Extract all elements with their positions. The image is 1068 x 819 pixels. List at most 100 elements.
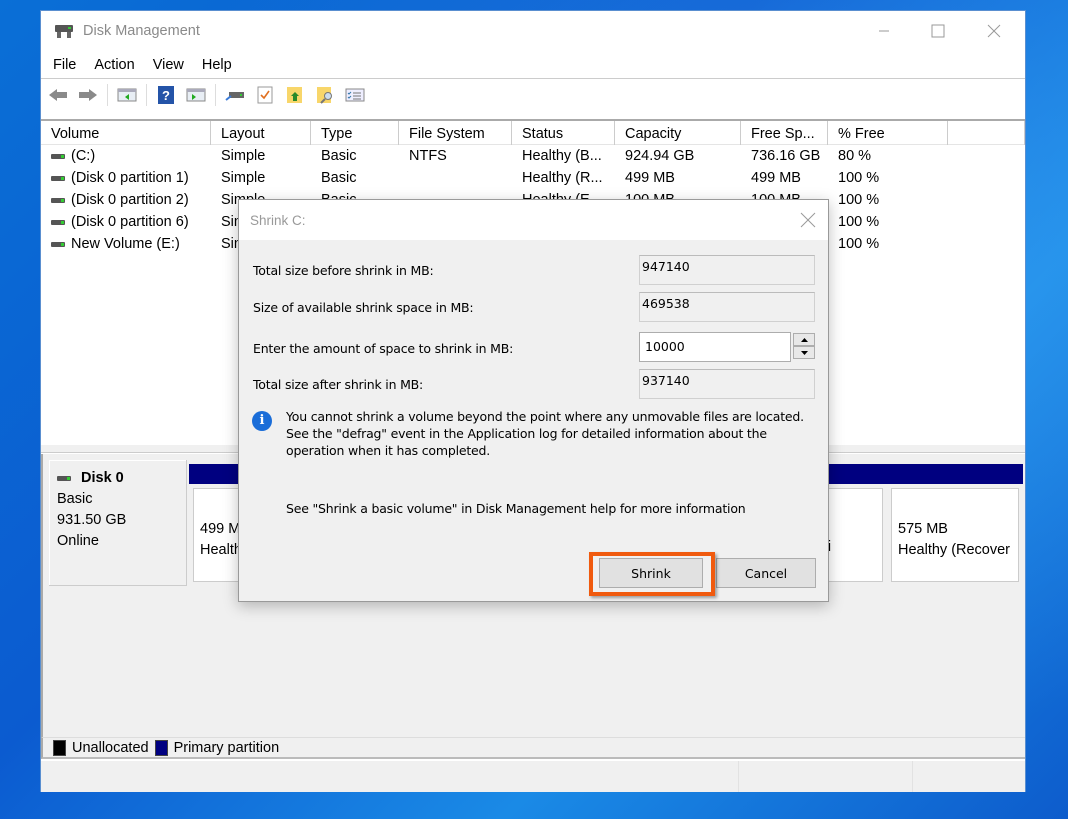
connect-disk-button[interactable] xyxy=(224,84,246,106)
check-document-icon xyxy=(257,86,273,104)
forward-button[interactable] xyxy=(77,84,99,106)
column-header-percent-free[interactable]: % Free xyxy=(828,121,948,145)
help-message: See "Shrink a basic volume" in Disk Mana… xyxy=(286,501,746,516)
dialog-close-button[interactable] xyxy=(798,210,818,230)
help-icon: ? xyxy=(158,86,174,104)
cell-status: Healthy (B... xyxy=(522,148,602,164)
cell-volume: (Disk 0 partition 2) xyxy=(41,192,211,208)
available-shrink-space-value: 469538 xyxy=(639,292,815,322)
column-header-status[interactable]: Status xyxy=(512,121,615,145)
volume-icon xyxy=(51,197,65,203)
disk-management-app-icon xyxy=(55,25,73,38)
minimize-button[interactable] xyxy=(861,15,907,47)
shrink-amount-input[interactable]: 10000 xyxy=(639,332,791,362)
total-size-before-value: 947140 xyxy=(639,255,815,285)
cell-percent-free: 80 % xyxy=(838,148,872,164)
column-header-type[interactable]: Type xyxy=(311,121,399,145)
menu-file[interactable]: File xyxy=(53,57,76,73)
toolbar-separator xyxy=(146,84,147,106)
column-header-capacity[interactable]: Capacity xyxy=(615,121,741,145)
status-bar xyxy=(41,761,1025,792)
search-button[interactable] xyxy=(314,84,336,106)
cell-volume: (Disk 0 partition 6) xyxy=(41,214,211,230)
properties-button[interactable] xyxy=(254,84,276,106)
total-size-before-label: Total size before shrink in MB: xyxy=(253,263,434,278)
info-message: You cannot shrink a volume beyond the po… xyxy=(286,409,804,458)
dialog-title-bar: Shrink C: xyxy=(239,200,828,240)
volume-icon xyxy=(51,219,65,225)
cell-type: Basic xyxy=(321,148,357,164)
legend-primary-partition: Primary partition xyxy=(173,739,280,756)
volume-icon xyxy=(51,241,65,247)
disk-state: Online xyxy=(57,533,99,549)
volume-name: New Volume (E:) xyxy=(71,236,180,252)
connect-disk-icon xyxy=(225,92,244,101)
cell-percent-free: 100 % xyxy=(838,236,880,252)
disk-0-info[interactable]: Disk 0 Basic 931.50 GB Online xyxy=(49,460,187,586)
volume-icon xyxy=(51,175,65,181)
toolbar-separator xyxy=(107,84,108,106)
total-size-after-value: 937140 xyxy=(639,369,815,399)
close-icon xyxy=(800,212,816,228)
cell-percent-free: 100 % xyxy=(838,214,880,230)
show-hide-action-pane-button[interactable] xyxy=(185,84,207,106)
shrink-dialog: Shrink C: Total size before shrink in MB… xyxy=(238,199,829,602)
disk-icon xyxy=(57,475,71,481)
column-header-file-system[interactable]: File System xyxy=(399,121,512,145)
console-tree-icon xyxy=(117,88,137,102)
list-view-icon xyxy=(345,88,365,102)
arrow-up-icon xyxy=(800,337,808,342)
partition-block-recovery[interactable]: 575 MB Healthy (Recover xyxy=(887,464,1023,582)
cell-free-space: 736.16 GB xyxy=(751,148,821,164)
action-pane-icon xyxy=(186,88,206,102)
import-button[interactable] xyxy=(284,84,306,106)
menu-help[interactable]: Help xyxy=(202,57,232,73)
column-header-empty xyxy=(948,121,1025,145)
cancel-button[interactable]: Cancel xyxy=(716,558,816,588)
cell-file-system: NTFS xyxy=(409,148,447,164)
menu-action[interactable]: Action xyxy=(94,57,134,73)
menu-bar: File Action View Help xyxy=(41,51,1025,79)
maximize-button[interactable] xyxy=(915,15,961,47)
spin-down-button[interactable] xyxy=(793,346,815,359)
folder-search-icon xyxy=(317,87,332,104)
disk-size: 931.50 GB xyxy=(57,512,127,528)
dialog-title: Shrink C: xyxy=(250,213,306,228)
volume-name: (Disk 0 partition 1) xyxy=(71,170,189,186)
toolbar-separator xyxy=(215,84,216,106)
total-size-after-label: Total size after shrink in MB: xyxy=(253,377,424,392)
legend: Unallocated Primary partition xyxy=(41,737,1025,759)
status-pane xyxy=(739,761,913,792)
cell-layout: Simple xyxy=(221,148,266,164)
volume-name: (Disk 0 partition 2) xyxy=(71,192,189,208)
column-header-free-space[interactable]: Free Sp... xyxy=(741,121,828,145)
list-view-button[interactable] xyxy=(344,84,366,106)
legend-unallocated: Unallocated xyxy=(72,739,149,756)
cell-volume: (Disk 0 partition 1) xyxy=(41,170,211,186)
window-title: Disk Management xyxy=(83,23,200,39)
back-button[interactable] xyxy=(47,84,69,106)
toolbar: ? xyxy=(41,80,1025,110)
volume-list-header: Volume Layout Type File System Status Ca… xyxy=(41,121,1025,145)
available-shrink-space-label: Size of available shrink space in MB: xyxy=(253,300,474,315)
close-button[interactable] xyxy=(971,15,1017,47)
column-header-layout[interactable]: Layout xyxy=(211,121,311,145)
partition-type-bar xyxy=(887,464,1023,484)
partition-status: Healthy (Recover xyxy=(898,542,1011,558)
column-header-volume[interactable]: Volume xyxy=(41,121,211,145)
cell-capacity: 499 MB xyxy=(625,170,675,186)
back-arrow-icon xyxy=(49,89,67,101)
menu-view[interactable]: View xyxy=(153,57,184,73)
show-hide-console-tree-button[interactable] xyxy=(116,84,138,106)
help-button[interactable]: ? xyxy=(155,84,177,106)
folder-up-icon xyxy=(287,87,302,103)
maximize-icon xyxy=(931,24,945,38)
table-row[interactable]: (Disk 0 partition 1) Simple Basic Healthy (… xyxy=(41,167,1025,189)
cell-percent-free: 100 % xyxy=(838,192,880,208)
cell-layout: Simple xyxy=(221,170,266,186)
forward-arrow-icon xyxy=(79,89,97,101)
table-row[interactable]: (C:) Simple Basic NTFS Healthy (B... 924.94 G… xyxy=(41,145,1025,167)
shrink-amount-spinner xyxy=(793,333,815,360)
close-icon xyxy=(987,24,1001,38)
spin-up-button[interactable] xyxy=(793,333,815,346)
